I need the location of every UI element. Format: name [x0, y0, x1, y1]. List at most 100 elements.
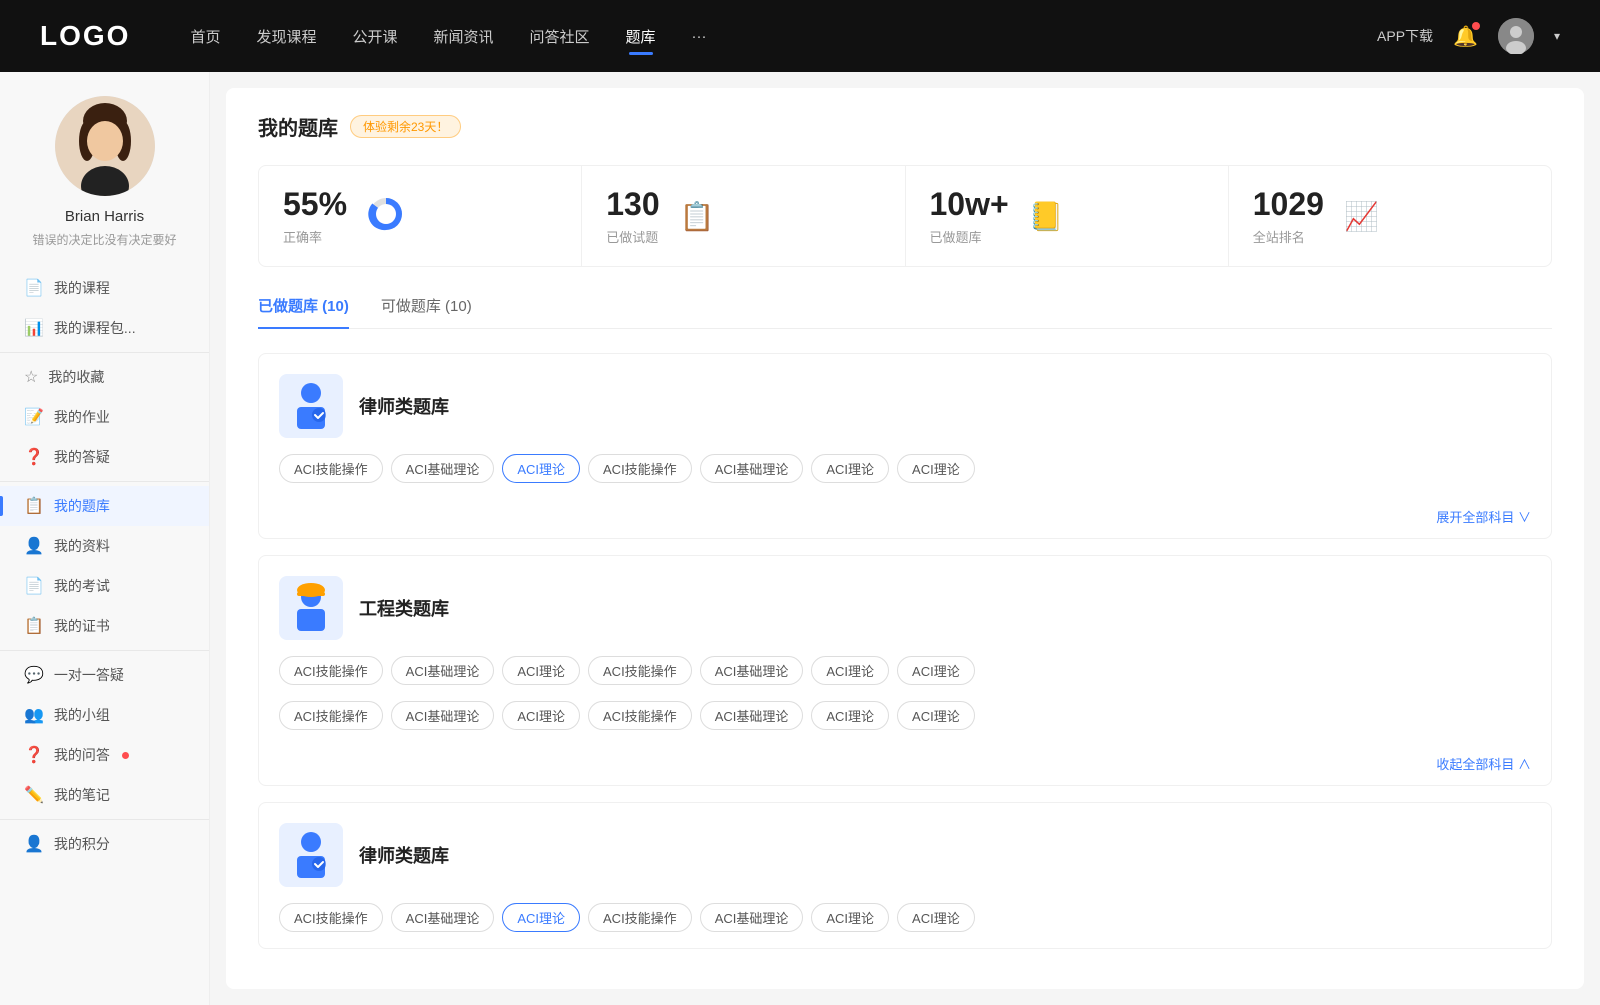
tag-3-4[interactable]: ACI技能操作 [588, 903, 692, 932]
nav-home[interactable]: 首页 [190, 26, 220, 47]
tag-2-2[interactable]: ACI基础理论 [391, 656, 495, 685]
qa-icon: ❓ [24, 447, 44, 467]
sidebar-item-qa[interactable]: ❓ 我的答疑 [0, 437, 209, 477]
sidebar-item-qbank[interactable]: 📋 我的题库 [0, 486, 209, 526]
one-on-one-icon: 💬 [24, 665, 44, 685]
page-title: 我的题库 [258, 112, 338, 141]
sidebar-item-certificate[interactable]: 📋 我的证书 [0, 606, 209, 646]
nav-qa[interactable]: 问答社区 [530, 26, 590, 47]
tag-2-8[interactable]: ACI技能操作 [279, 701, 383, 730]
sidebar-divider-4 [0, 819, 209, 820]
qbank-icon: 📋 [24, 496, 44, 516]
accuracy-pie-icon [367, 195, 405, 238]
tag-1-7[interactable]: ACI理论 [897, 454, 975, 483]
nav-qbank[interactable]: 题库 [626, 26, 656, 47]
lawyer-icon-wrap-1 [279, 374, 343, 438]
qbank-card-lawyer-1: 律师类题库 ACI技能操作 ACI基础理论 ACI理论 ACI技能操作 ACI基… [258, 353, 1552, 539]
stat-done-questions: 130 已做试题 📋 [582, 166, 905, 266]
tag-1-1[interactable]: ACI技能操作 [279, 454, 383, 483]
qbank-expand-1[interactable]: 展开全部科目 ∨ [259, 499, 1551, 538]
ranking-icon: 📈 [1344, 200, 1379, 233]
trial-badge: 体验剩余23天！ [350, 115, 461, 138]
main-layout: Brian Harris 错误的决定比没有决定要好 📄 我的课程 📊 我的课程包… [0, 72, 1600, 1005]
favorites-icon: ☆ [24, 367, 38, 387]
stats-row: 55% 正确率 130 已做试题 📋 [258, 165, 1552, 267]
qbank-card-engineer: 工程类题库 ACI技能操作 ACI基础理论 ACI理论 ACI技能操作 ACI基… [258, 555, 1552, 786]
qbank-card-lawyer-3: 律师类题库 ACI技能操作 ACI基础理论 ACI理论 ACI技能操作 ACI基… [258, 802, 1552, 949]
my-qa-badge [122, 752, 129, 759]
nav-more[interactable]: ··· [692, 28, 707, 45]
tab-done-banks[interactable]: 已做题库 (10) [258, 295, 349, 328]
sidebar-item-favorites[interactable]: ☆ 我的收藏 [0, 357, 209, 397]
tag-1-3[interactable]: ACI理论 [502, 454, 580, 483]
nav-discover[interactable]: 发现课程 [256, 26, 316, 47]
sidebar-item-exam[interactable]: 📄 我的考试 [0, 566, 209, 606]
page-header: 我的题库 体验剩余23天！ [258, 112, 1552, 141]
tag-3-7[interactable]: ACI理论 [897, 903, 975, 932]
tag-2-5[interactable]: ACI基础理论 [700, 656, 804, 685]
tag-3-2[interactable]: ACI基础理论 [391, 903, 495, 932]
logo: LOGO [40, 20, 130, 52]
qbank-card-header-1: 律师类题库 [259, 354, 1551, 454]
tag-2-12[interactable]: ACI基础理论 [700, 701, 804, 730]
tag-1-5[interactable]: ACI基础理论 [700, 454, 804, 483]
tag-3-1[interactable]: ACI技能操作 [279, 903, 383, 932]
exam-icon: 📄 [24, 576, 44, 596]
sidebar-item-points[interactable]: 👤 我的积分 [0, 824, 209, 864]
engineer-icon-wrap [279, 576, 343, 640]
tag-2-7[interactable]: ACI理论 [897, 656, 975, 685]
tag-2-4[interactable]: ACI技能操作 [588, 656, 692, 685]
user-motto: 错误的决定比没有决定要好 [16, 231, 192, 248]
tag-3-6[interactable]: ACI理论 [811, 903, 889, 932]
tag-2-13[interactable]: ACI理论 [811, 701, 889, 730]
avatar-img [1498, 18, 1534, 54]
sidebar-item-notes[interactable]: ✏️ 我的笔记 [0, 775, 209, 815]
tag-2-14[interactable]: ACI理论 [897, 701, 975, 730]
group-icon: 👥 [24, 705, 44, 725]
sidebar-item-my-course-packages[interactable]: 📊 我的课程包... [0, 308, 209, 348]
stat-done-banks: 10w+ 已做题库 📒 [906, 166, 1229, 266]
qbank-collapse-2[interactable]: 收起全部科目 ∧ [259, 746, 1551, 785]
sidebar-item-my-courses[interactable]: 📄 我的课程 [0, 268, 209, 308]
notification-bell-icon[interactable]: 🔔 [1453, 24, 1478, 49]
lawyer-person-icon-1 [289, 381, 333, 431]
tab-available-banks[interactable]: 可做题库 (10) [381, 295, 472, 328]
nav-news[interactable]: 新闻资讯 [434, 26, 494, 47]
app-download-button[interactable]: APP下载 [1377, 26, 1433, 46]
tag-2-1[interactable]: ACI技能操作 [279, 656, 383, 685]
sidebar-divider-3 [0, 650, 209, 651]
tag-3-5[interactable]: ACI基础理论 [700, 903, 804, 932]
sidebar-item-homework[interactable]: 📝 我的作业 [0, 397, 209, 437]
sidebar-item-my-qa[interactable]: ❓ 我的问答 [0, 735, 209, 775]
tag-2-10[interactable]: ACI理论 [502, 701, 580, 730]
user-avatar[interactable] [1498, 18, 1534, 54]
tag-3-3[interactable]: ACI理论 [502, 903, 580, 932]
tabs-row: 已做题库 (10) 可做题库 (10) [258, 295, 1552, 329]
nav-open-course[interactable]: 公开课 [352, 26, 397, 47]
qbank-title-3: 律师类题库 [359, 842, 449, 868]
done-banks-icon: 📒 [1029, 200, 1064, 233]
qbank-title-2: 工程类题库 [359, 595, 449, 621]
tag-1-4[interactable]: ACI技能操作 [588, 454, 692, 483]
tag-1-2[interactable]: ACI基础理论 [391, 454, 495, 483]
navbar: LOGO 首页 发现课程 公开课 新闻资讯 问答社区 题库 ··· APP下载 … [0, 0, 1600, 72]
user-name: Brian Harris [65, 208, 144, 225]
qbank-card-header-2: 工程类题库 [259, 556, 1551, 656]
qbank-tags-3: ACI技能操作 ACI基础理论 ACI理论 ACI技能操作 ACI基础理论 AC… [259, 903, 1551, 948]
certificate-icon: 📋 [24, 616, 44, 636]
sidebar-item-one-on-one[interactable]: 💬 一对一答疑 [0, 655, 209, 695]
sidebar-item-profile[interactable]: 👤 我的资料 [0, 526, 209, 566]
tag-2-11[interactable]: ACI技能操作 [588, 701, 692, 730]
profile-icon: 👤 [24, 536, 44, 556]
tag-1-6[interactable]: ACI理论 [811, 454, 889, 483]
engineer-person-icon [289, 583, 333, 633]
tag-2-3[interactable]: ACI理论 [502, 656, 580, 685]
tag-2-9[interactable]: ACI基础理论 [391, 701, 495, 730]
my-qa-icon: ❓ [24, 745, 44, 765]
homework-icon: 📝 [24, 407, 44, 427]
user-dropdown-icon[interactable]: ▾ [1554, 29, 1560, 43]
points-icon: 👤 [24, 834, 44, 854]
tag-2-6[interactable]: ACI理论 [811, 656, 889, 685]
sidebar-item-group[interactable]: 👥 我的小组 [0, 695, 209, 735]
stat-accuracy: 55% 正确率 [259, 166, 582, 266]
